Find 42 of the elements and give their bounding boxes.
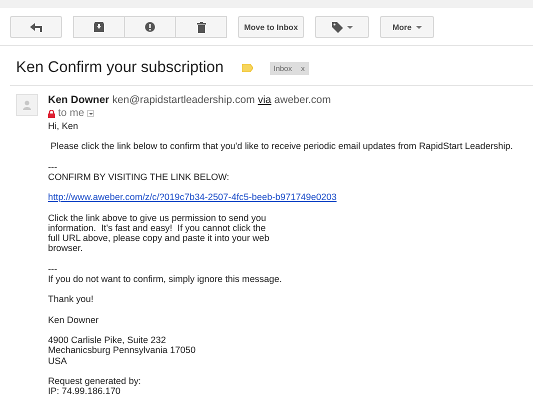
trash-icon <box>196 22 206 32</box>
delete-button[interactable] <box>176 16 227 38</box>
body-text: 4900 Carlisle Pike, Suite 232 <box>48 335 166 346</box>
body-text: Thank you! <box>48 294 94 305</box>
more-button[interactable]: More <box>380 16 434 38</box>
move-to-inbox-button[interactable]: Move to Inbox <box>238 16 304 38</box>
avatar-icon <box>16 94 38 116</box>
details-dropdown-icon[interactable] <box>87 110 94 117</box>
body-text: Ken Downer <box>48 314 99 325</box>
email-subject: Ken Confirm your subscription <box>16 59 224 77</box>
caret-icon <box>416 26 422 28</box>
archive-icon <box>94 22 104 32</box>
reply-icon <box>30 22 42 32</box>
body-text: --- <box>48 162 58 172</box>
sender-name: Ken Downer <box>48 94 110 107</box>
via-link[interactable]: via <box>258 94 272 107</box>
body-text: --- <box>48 264 58 274</box>
reply-button[interactable] <box>10 16 62 38</box>
importance-marker-icon[interactable] <box>242 64 253 72</box>
recipient-text: to me <box>58 107 84 120</box>
labels-button[interactable] <box>315 16 369 38</box>
body-text: Mechanicsburg Pennsylvania 17050 <box>48 345 196 356</box>
lock-icon <box>48 110 55 118</box>
body-text: browser. <box>48 243 83 254</box>
body-text: USA <box>48 356 67 366</box>
body-text: CONFIRM BY VISITING THE LINK BELOW: <box>48 172 230 182</box>
tag-icon <box>332 22 342 32</box>
sender-email: ken@rapidstartleadership.com <box>112 94 255 107</box>
sender-domain: aweber.com <box>274 94 331 107</box>
body-text: full URL above, please copy and paste it into your web <box>48 233 270 244</box>
alert-icon <box>145 22 155 32</box>
body-text: Please click the link below to confirm that you'd like to receive periodic email updates from RapidStart Leadership. <box>50 141 513 152</box>
body-text: information. It's fast and easy! If you cannot click the <box>48 222 266 234</box>
archive-button[interactable] <box>73 16 125 38</box>
body-text: IP: 74.99.186.170 <box>48 386 121 396</box>
confirm-link[interactable]: http://www.aweber.com/z/c/?019c7b34-2507-4fc5-beeb-b971749e0203 <box>48 192 337 203</box>
body-text: Request generated by: <box>48 376 141 386</box>
spam-button[interactable] <box>125 16 176 38</box>
body-text: Click the link above to give us permission to send you <box>48 212 266 223</box>
body-text: Hi, Ken <box>48 121 78 132</box>
caret-icon <box>346 26 352 28</box>
body-text: If you do not want to confirm, simply ignore this message. <box>48 274 282 284</box>
